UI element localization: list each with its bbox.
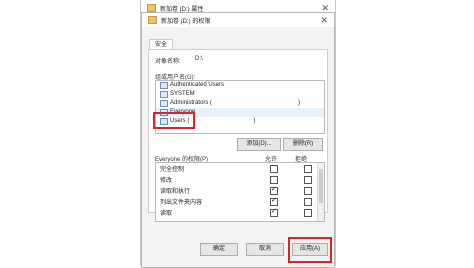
deny-checkbox[interactable]	[304, 175, 312, 184]
deny-checkbox[interactable]	[304, 197, 312, 206]
highlight-everyone	[153, 112, 195, 129]
user-group-icon	[160, 82, 168, 89]
deny-checkbox[interactable]	[304, 164, 312, 173]
ok-button[interactable]: 确定	[200, 243, 238, 256]
perm-name: 读取和执行	[160, 189, 191, 195]
user-group-icon	[160, 100, 168, 107]
permissions-window: 新加卷 (D:) 的权限 ✕ 安全 对象名称: D:\ 组或用户名(G): Au…	[141, 12, 335, 268]
deny-checkbox[interactable]	[304, 186, 312, 195]
perm-row: 读取	[156, 207, 324, 218]
perm-name: 读取	[160, 211, 173, 217]
allow-checkbox[interactable]	[270, 164, 278, 173]
paren-close: )	[298, 100, 301, 106]
deny-checkbox[interactable]	[304, 208, 312, 217]
permissions-title: 新加卷 (D:) 的权限	[161, 18, 211, 25]
folder-icon	[148, 16, 157, 24]
perm-row: 修改	[156, 174, 324, 185]
paren-close: )	[253, 118, 256, 124]
allow-checkbox[interactable]	[270, 207, 278, 217]
list-item[interactable]: Authenticated Users	[156, 81, 324, 90]
allow-checkbox[interactable]	[270, 185, 278, 195]
perm-row: 读取和执行	[156, 185, 324, 196]
permissions-close-icon[interactable]: ✕	[320, 15, 328, 26]
drive-icon	[147, 4, 156, 12]
perm-name: 列出文件夹内容	[160, 200, 203, 206]
perm-row: 完全控制	[156, 163, 324, 174]
permissions-scrollbar[interactable]	[317, 163, 324, 221]
perm-name: 修改	[160, 178, 173, 184]
remove-button[interactable]: 删除(R)	[283, 138, 323, 151]
add-button[interactable]: 添加(D)...	[237, 138, 281, 151]
perm-row: 列出文件夹内容	[156, 196, 324, 207]
scrollbar-thumb[interactable]	[319, 169, 323, 203]
list-item[interactable]: Administrators ( )	[156, 99, 324, 108]
permissions-titlebar: 新加卷 (D:) 的权限	[142, 13, 334, 27]
allow-checkbox[interactable]	[270, 175, 278, 184]
object-name-label: 对象名称:	[155, 59, 181, 65]
cancel-button[interactable]: 取消	[246, 243, 284, 256]
security-panel: 对象名称: D:\ 组或用户名(G): Authenticated Users …	[148, 49, 328, 222]
allow-checkbox[interactable]	[270, 196, 278, 206]
user-name: Administrators (	[170, 100, 213, 106]
object-name-value: D:\	[195, 56, 203, 62]
highlight-apply	[288, 237, 332, 263]
user-group-icon	[160, 91, 168, 98]
perm-name: 完全控制	[160, 167, 185, 173]
permissions-list: 完全控制 修改 读取和执行 列出文件夹内容 读取	[155, 162, 325, 222]
user-name: Authenticated Users	[170, 82, 225, 88]
user-name: SYSTEM	[170, 91, 195, 97]
list-item[interactable]: SYSTEM	[156, 90, 324, 99]
